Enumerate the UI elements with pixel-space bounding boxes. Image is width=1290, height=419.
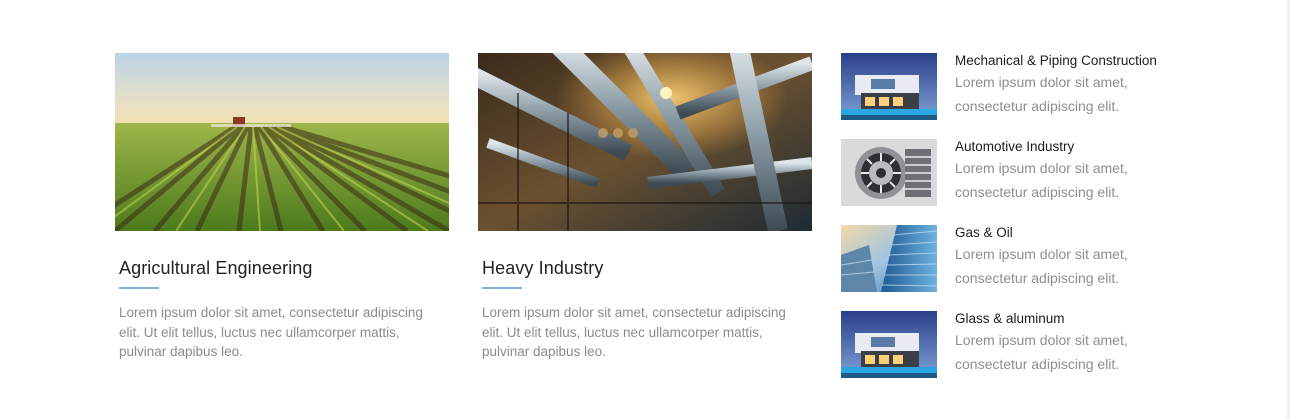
farm-field-image[interactable] (115, 53, 449, 231)
list-item-text: Lorem ipsum dolor sit amet, consectetur … (955, 332, 1128, 372)
card-description: Lorem ipsum dolor sit amet, consectetur … (482, 305, 786, 359)
list-item: Automotive Industry Lorem ipsum dolor si… (841, 139, 1181, 225)
list-item-title[interactable]: Glass & aluminum (955, 311, 1181, 327)
alternator-thumbnail[interactable] (841, 139, 937, 206)
modern-house-thumbnail[interactable] (841, 311, 937, 378)
list-item-text: Lorem ipsum dolor sit amet, consectetur … (955, 246, 1128, 286)
glass-skyscraper-thumbnail[interactable] (841, 225, 937, 292)
industrial-pipes-image[interactable] (478, 53, 812, 231)
modern-house-thumbnail[interactable] (841, 53, 937, 120)
list-item: Gas & Oil Lorem ipsum dolor sit amet, co… (841, 225, 1181, 311)
service-card-heavy-industry: Heavy Industry Lorem ipsum dolor sit ame… (478, 53, 812, 362)
page: Agricultural Engineering Lorem ipsum dol… (0, 0, 1290, 419)
service-card-agricultural: Agricultural Engineering Lorem ipsum dol… (115, 53, 449, 362)
list-item-text: Lorem ipsum dolor sit amet, consectetur … (955, 74, 1128, 114)
card-title[interactable]: Heavy Industry (482, 257, 812, 279)
list-item-text: Lorem ipsum dolor sit amet, consectetur … (955, 160, 1128, 200)
side-service-list: Mechanical & Piping Construction Lorem i… (841, 53, 1181, 397)
list-item-body: Gas & Oil Lorem ipsum dolor sit amet, co… (955, 225, 1181, 290)
card-title[interactable]: Agricultural Engineering (119, 257, 449, 279)
list-item-title[interactable]: Automotive Industry (955, 139, 1181, 155)
list-item-title[interactable]: Mechanical & Piping Construction (955, 53, 1181, 69)
list-item: Mechanical & Piping Construction Lorem i… (841, 53, 1181, 139)
title-underline (482, 287, 522, 289)
list-item-body: Glass & aluminum Lorem ipsum dolor sit a… (955, 311, 1181, 376)
list-item-body: Automotive Industry Lorem ipsum dolor si… (955, 139, 1181, 204)
title-underline (119, 287, 159, 289)
list-item-body: Mechanical & Piping Construction Lorem i… (955, 53, 1181, 118)
list-item: Glass & aluminum Lorem ipsum dolor sit a… (841, 311, 1181, 397)
list-item-title[interactable]: Gas & Oil (955, 225, 1181, 241)
card-description: Lorem ipsum dolor sit amet, consectetur … (119, 305, 423, 359)
